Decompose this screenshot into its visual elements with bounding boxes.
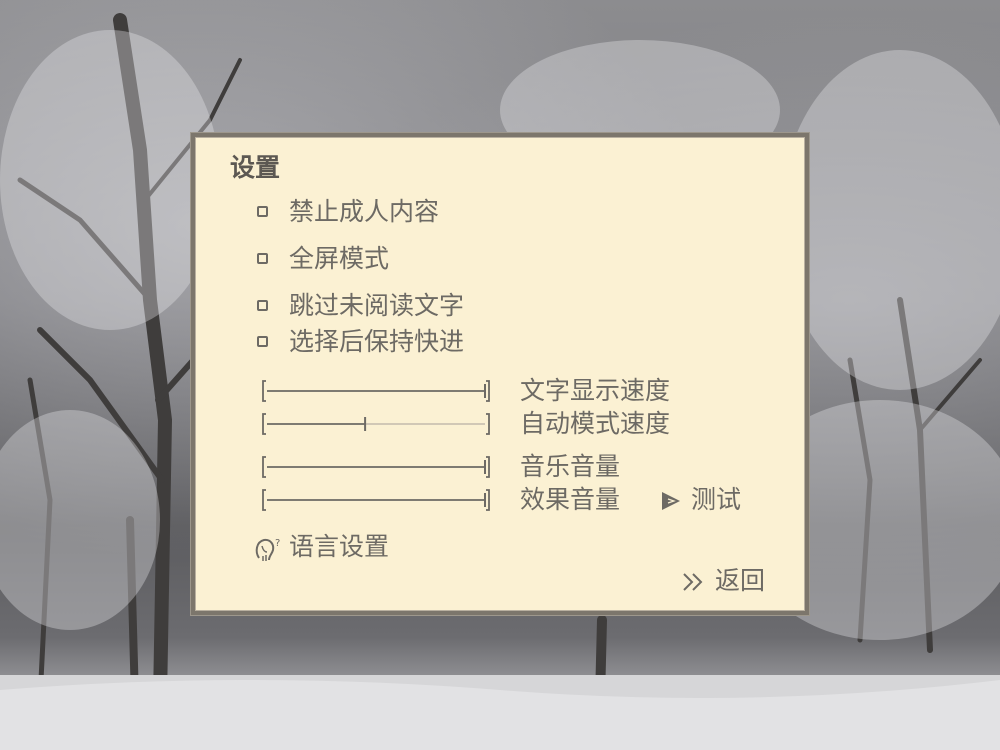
double-chevron-right-icon [683,573,703,591]
checkbox-icon[interactable] [257,253,268,264]
toggle-disable-adult-content[interactable]: 禁止成人内容 [253,197,473,229]
checkbox-icon[interactable] [257,206,268,217]
slider-auto-mode-speed[interactable] [257,411,497,437]
slider-track[interactable] [257,411,497,437]
back-button[interactable]: 返回 [681,566,781,598]
play-triangle-icon [662,492,680,510]
settings-title: 设置 [230,153,281,182]
slider-track[interactable] [257,454,497,480]
slider-label-effects-volume: 效果音量 [520,485,621,514]
toggle-label: 跳过未阅读文字 [289,291,465,320]
slider-label-music-volume: 音乐音量 [520,452,621,481]
slider-text-speed[interactable] [257,378,497,404]
toggle-fullscreen[interactable]: 全屏模式 [253,244,433,276]
test-label: 测试 [691,485,742,514]
checkbox-icon[interactable] [257,336,268,347]
slider-track[interactable] [257,487,497,513]
slider-right-bracket [486,413,490,435]
slider-music-volume[interactable] [257,454,497,480]
toggle-label: 选择后保持快进 [289,327,465,356]
slider-left-bracket [262,489,266,511]
slider-effects-volume[interactable] [257,487,497,513]
settings-panel: 设置 禁止成人内容 全屏模式 跳过未阅读文字 选择后保持快进 文字显示速度 自动… [191,133,809,615]
checkbox-icon[interactable] [257,300,268,311]
slider-label-auto-mode-speed: 自动模式速度 [520,409,671,438]
toggle-skip-unread-text[interactable]: 跳过未阅读文字 [253,291,503,323]
language-settings-button[interactable]: ? 语言设置 [253,532,413,564]
test-sound-button[interactable]: 测试 [659,485,759,517]
language-label: 语言设置 [289,532,390,561]
slider-left-bracket [262,456,266,478]
toggle-keep-skipping-after-choice[interactable]: 选择后保持快进 [253,327,503,359]
toggle-label: 禁止成人内容 [289,197,440,226]
slider-left-bracket [262,380,266,402]
slider-label-text-speed: 文字显示速度 [520,376,671,405]
slider-right-bracket [486,489,490,511]
back-label: 返回 [715,566,766,595]
svg-text:?: ? [275,538,280,549]
toggle-label: 全屏模式 [289,244,390,273]
language-head-icon: ? [255,538,280,561]
slider-track[interactable] [257,378,497,404]
slider-right-bracket [486,380,490,402]
slider-right-bracket [486,456,490,478]
slider-left-bracket [262,413,266,435]
